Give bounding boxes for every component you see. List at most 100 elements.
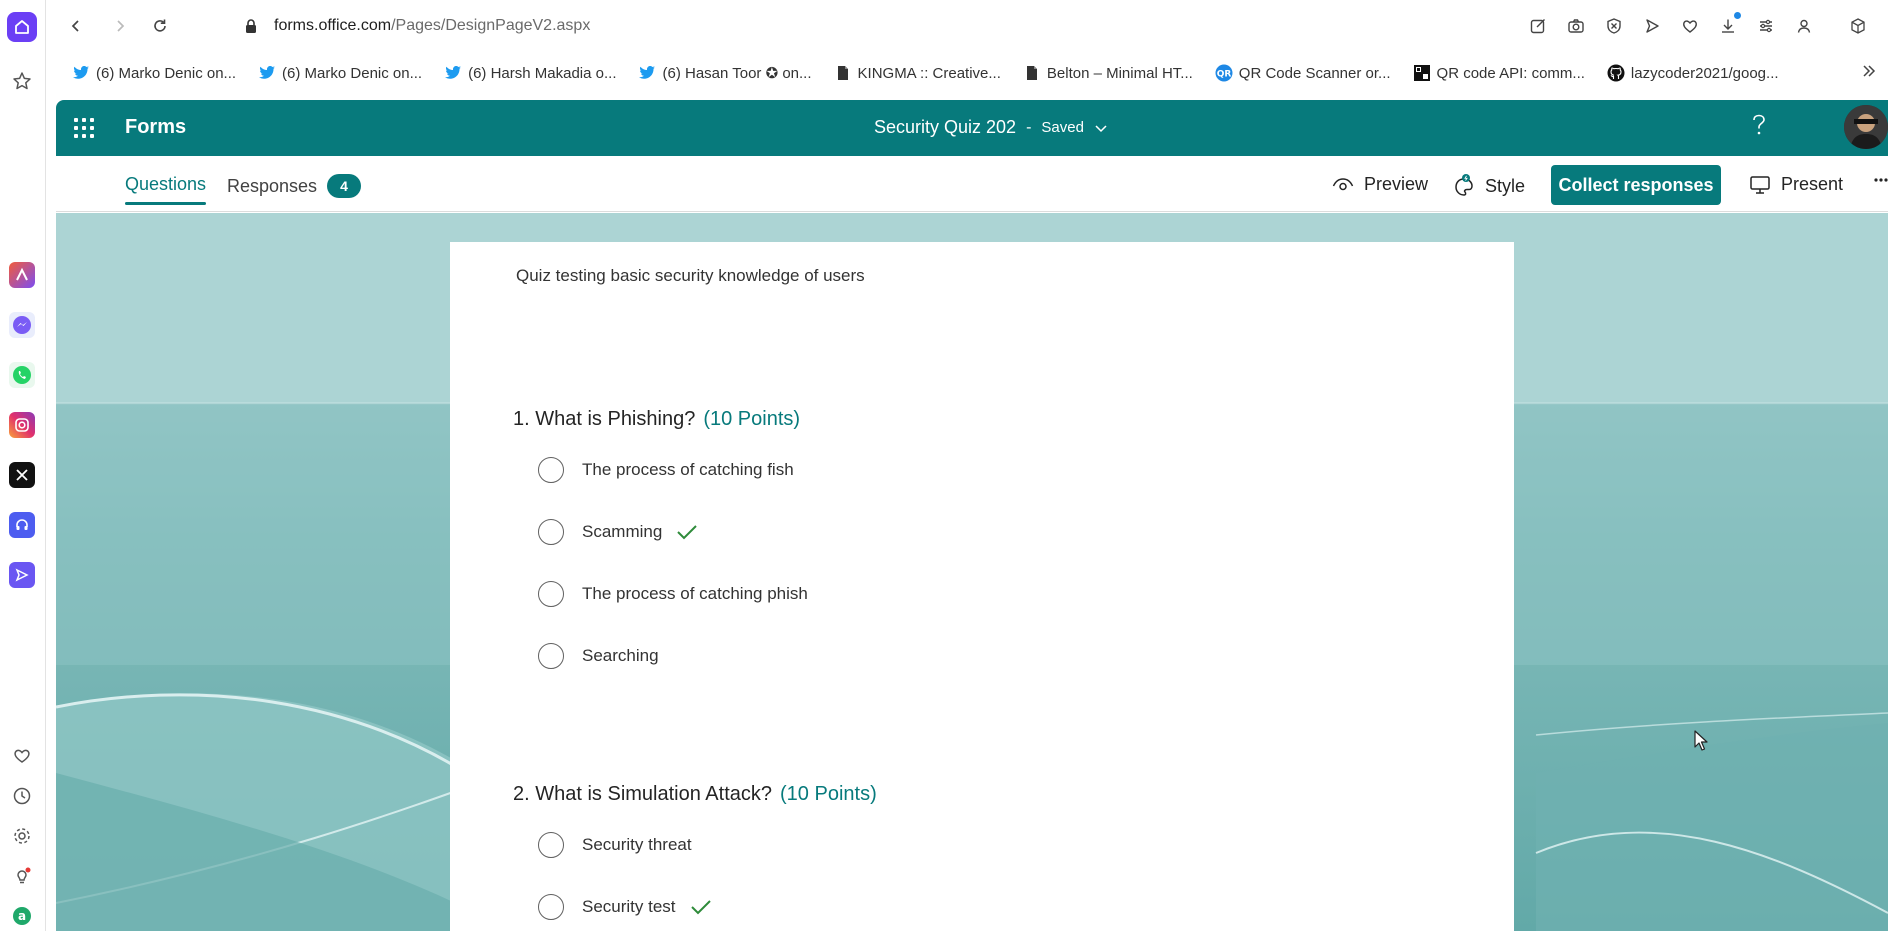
github-icon	[1607, 64, 1625, 82]
lightbulb-icon[interactable]	[10, 864, 34, 888]
bookmark-item[interactable]: Belton – Minimal HT...	[1023, 64, 1193, 82]
messenger-icon[interactable]	[9, 312, 35, 338]
heart-icon[interactable]	[10, 744, 34, 768]
bookmark-item[interactable]: (6) Harsh Makadia o...	[444, 64, 616, 82]
radio-button[interactable]	[538, 643, 564, 669]
present-button[interactable]: Present	[1749, 174, 1843, 195]
chevron-double-right-icon[interactable]	[1862, 62, 1876, 83]
radio-button[interactable]	[538, 519, 564, 545]
choice-option[interactable]: Security threat	[538, 832, 692, 858]
collect-responses-button[interactable]: Collect responses	[1551, 165, 1721, 205]
bookmark-item[interactable]: (6) Marko Denic on...	[258, 64, 422, 82]
whatsapp-icon[interactable]	[9, 362, 35, 388]
correct-answer-check-icon	[690, 899, 712, 915]
url-text: forms.office.com/Pages/DesignPageV2.aspx	[274, 17, 590, 35]
x-twitter-icon[interactable]	[9, 462, 35, 488]
aria-assistant-icon[interactable]: a	[10, 904, 34, 928]
qr-scanner-icon: QR	[1215, 64, 1233, 82]
doc-title: Security Quiz 202	[874, 117, 1017, 137]
preview-button[interactable]: Preview	[1332, 174, 1428, 195]
mouse-cursor-icon	[1694, 730, 1710, 757]
extensions-cube-icon[interactable]	[1846, 12, 1870, 40]
history-icon[interactable]	[10, 784, 34, 808]
form-canvas: Quiz testing basic security knowledge of…	[56, 213, 1888, 931]
tab-questions[interactable]: Questions	[125, 174, 207, 205]
choice-option[interactable]: Scamming	[538, 519, 698, 545]
svg-text:a: a	[18, 909, 26, 923]
play-send-icon[interactable]	[1640, 12, 1664, 40]
browser-sidebar: a	[0, 0, 46, 931]
back-arrow-icon[interactable]	[62, 12, 90, 40]
style-button[interactable]: Style	[1453, 174, 1525, 198]
svg-text:QR: QR	[1216, 70, 1231, 80]
settings-gear-icon[interactable]	[10, 824, 34, 848]
app-name[interactable]: Forms	[125, 116, 186, 139]
radio-button[interactable]	[538, 457, 564, 483]
headphones-app-icon[interactable]	[9, 512, 35, 538]
bookmark-item[interactable]: (6) Hasan Toor ✪ on...	[638, 64, 812, 82]
share-edit-icon[interactable]	[1526, 12, 1550, 40]
tab-responses[interactable]: Responses 4	[227, 174, 362, 198]
form-card: Quiz testing basic security knowledge of…	[450, 242, 1514, 931]
present-label: Present	[1781, 174, 1844, 194]
bookmark-label: (6) Hasan Toor ✪ on...	[662, 65, 812, 82]
star-icon[interactable]	[10, 69, 34, 93]
twitter-icon	[258, 64, 276, 82]
doc-title-menu[interactable]: Security Quiz 202 - Saved	[874, 117, 1108, 138]
preview-label: Preview	[1364, 174, 1429, 194]
question-text: 1. What is Phishing?	[513, 408, 696, 430]
bookmark-label: Belton – Minimal HT...	[1046, 64, 1193, 82]
instagram-icon[interactable]	[9, 412, 35, 438]
qr-api-icon	[1413, 64, 1431, 82]
bookmark-label: QR code API: comm...	[1436, 64, 1585, 82]
more-options-icon[interactable]	[1874, 170, 1888, 196]
downloads-icon[interactable]	[1716, 12, 1741, 40]
bookmark-label: KINGMA :: Creative...	[857, 64, 1001, 82]
question-points: (10 Points)	[780, 783, 877, 805]
command-bar: Questions Responses 4 Preview Style Coll…	[56, 156, 1888, 212]
profile-icon[interactable]	[1792, 12, 1816, 40]
radio-button[interactable]	[538, 894, 564, 920]
responses-count-badge: 4	[327, 174, 362, 198]
easy-setup-icon[interactable]	[1754, 12, 1778, 40]
chevron-down-icon	[1094, 121, 1108, 135]
browser-toolbar: forms.office.com/Pages/DesignPageV2.aspx	[46, 0, 1888, 52]
bookmarks-bar: (6) Marko Denic on... (6) Marko Denic on…	[46, 56, 1888, 90]
home-icon[interactable]	[7, 12, 37, 42]
choice-label: Security threat	[582, 835, 692, 854]
twitter-icon	[444, 64, 462, 82]
reload-icon[interactable]	[146, 12, 174, 40]
choice-option[interactable]: Searching	[538, 643, 659, 669]
help-icon[interactable]	[1748, 112, 1770, 145]
adblock-shield-icon[interactable]	[1602, 12, 1626, 40]
choice-option[interactable]: The process of catching phish	[538, 581, 808, 607]
arc-app-icon[interactable]	[9, 262, 35, 288]
twitter-icon	[72, 64, 90, 82]
correct-answer-check-icon	[676, 524, 698, 540]
radio-button[interactable]	[538, 832, 564, 858]
bookmark-label: (6) Marko Denic on...	[96, 64, 237, 82]
url-host: forms.office.com	[274, 17, 392, 34]
choice-label: The process of catching fish	[582, 460, 794, 479]
send-app-icon[interactable]	[9, 562, 35, 588]
forward-arrow-icon[interactable]	[106, 12, 134, 40]
radio-button[interactable]	[538, 581, 564, 607]
monitor-icon	[1749, 175, 1771, 195]
avatar[interactable]	[1844, 105, 1888, 149]
forms-header: Forms Security Quiz 202 - Saved	[56, 100, 1888, 156]
bookmark-item[interactable]: lazycoder2021/goog...	[1607, 64, 1779, 82]
save-status: Saved	[1041, 119, 1084, 136]
bookmark-item[interactable]: QR code API: comm...	[1413, 64, 1585, 82]
choice-option[interactable]: The process of catching fish	[538, 457, 794, 483]
bookmark-item[interactable]: KINGMA :: Creative...	[834, 64, 1001, 82]
twitter-icon	[638, 64, 656, 82]
bookmark-item[interactable]: QR QR Code Scanner or...	[1215, 64, 1391, 82]
choice-option[interactable]: Security test	[538, 894, 712, 920]
app-launcher-icon[interactable]	[72, 116, 96, 140]
download-badge-dot	[1734, 12, 1741, 19]
camera-icon[interactable]	[1564, 12, 1588, 40]
document-icon	[834, 64, 852, 82]
bookmark-item[interactable]: (6) Marko Denic on...	[72, 64, 236, 82]
favorites-heart-icon[interactable]	[1678, 12, 1702, 40]
question-text: 2. What is Simulation Attack?	[513, 783, 773, 805]
